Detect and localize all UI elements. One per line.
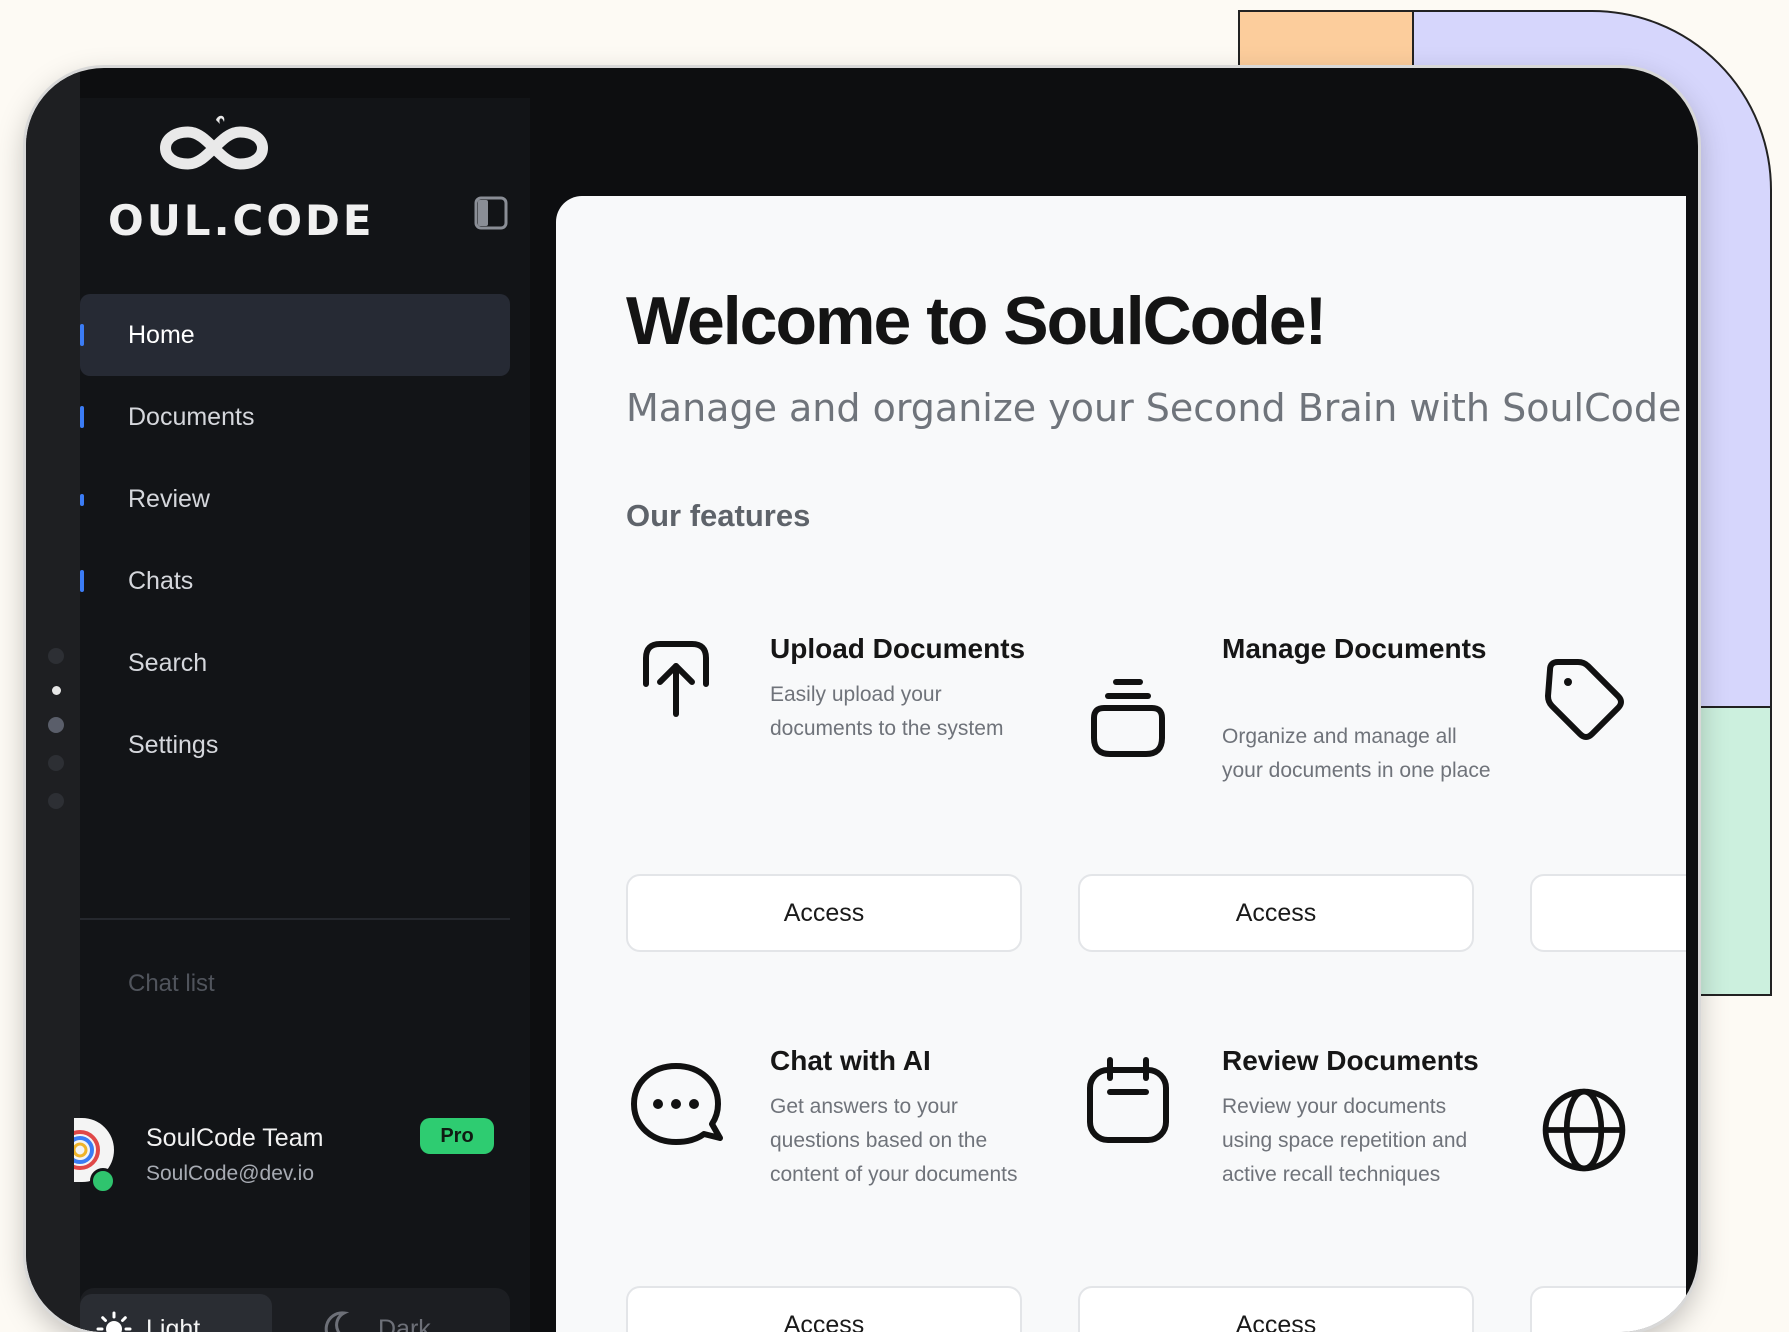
feature-description: Get answers to your questions based on t… <box>770 1095 1018 1186</box>
user-email: SoulCode@dev.io <box>146 1162 315 1185</box>
page-title: Welcome to SoulCode! <box>626 283 1327 359</box>
feature-title: Upload Documents <box>770 633 1026 664</box>
sidebar-item-documents[interactable]: Documents <box>80 376 510 458</box>
globe-icon <box>1542 1088 1626 1172</box>
main-content: Welcome to SoulCode! Manage and organize… <box>556 196 1686 1332</box>
sidebar-item-home[interactable]: Home <box>80 294 510 376</box>
sidebar-item-label: Chats <box>128 566 194 595</box>
theme-dark-label: Dark <box>378 1314 431 1332</box>
page-subtitle: Manage and organize your Second Brain wi… <box>626 386 1682 430</box>
chat-list-label: Chat list <box>128 970 215 997</box>
app-logo[interactable]: OUL.CODE <box>108 112 372 245</box>
feature-title: Review Documents <box>1222 1045 1479 1076</box>
manage-access-button[interactable]: Access <box>1078 874 1474 952</box>
user-profile-card[interactable]: SoulCode Team SoulCode@dev.io Pro <box>74 1098 510 1238</box>
item-indicator <box>80 494 84 506</box>
moon-icon <box>324 1311 350 1332</box>
sidebar-item-review[interactable]: Review <box>80 458 510 540</box>
sidebar-nav: Home Documents Review Chats Search Setti… <box>80 294 510 786</box>
active-indicator <box>80 324 84 346</box>
chat-bubble-icon <box>631 1063 723 1145</box>
upload-access-button[interactable]: Access <box>626 874 1022 952</box>
infinity-logo-icon <box>160 115 268 170</box>
sidebar-item-settings[interactable]: Settings <box>80 704 510 786</box>
theme-dark-button[interactable]: Dark <box>320 1294 431 1332</box>
sidebar-item-label: Home <box>128 320 195 349</box>
online-status-dot <box>90 1168 116 1194</box>
sun-icon <box>96 1311 132 1332</box>
indicator-dot-active <box>52 686 61 695</box>
sidebar-item-search[interactable]: Search <box>80 622 510 704</box>
tag-icon <box>1545 659 1624 740</box>
indicator-dot <box>48 755 64 771</box>
sidebar-item-label: Settings <box>128 730 219 759</box>
feature-title: Manage Documents <box>1222 633 1487 664</box>
indicator-dot <box>48 793 64 809</box>
item-indicator <box>80 570 84 592</box>
features-heading: Our features <box>626 498 811 533</box>
feature-description: Review your documents using space repeti… <box>1222 1095 1468 1186</box>
sidebar-item-label: Documents <box>128 402 255 431</box>
sidebar: OUL.CODE Home Documents Review Chats Sea… <box>74 98 530 1332</box>
theme-toggle: Light Dark <box>80 1288 510 1332</box>
theme-light-label: Light <box>146 1314 201 1332</box>
page-indicator <box>48 648 64 809</box>
sidebar-item-chats[interactable]: Chats <box>80 540 510 622</box>
review-access-button[interactable]: Access <box>1078 1286 1474 1332</box>
feature-description: Easily upload your documents to the syst… <box>770 683 1004 740</box>
sidebar-divider <box>80 918 510 920</box>
sidebar-item-label: Search <box>128 648 208 677</box>
calendar-icon <box>1087 1057 1169 1143</box>
logo-wordmark: OUL.CODE <box>108 196 375 245</box>
chat-access-button[interactable]: Access <box>626 1286 1022 1332</box>
partial-access-button[interactable] <box>1530 1286 1686 1332</box>
stack-icon <box>1091 679 1165 757</box>
feature-title: Chat with AI <box>770 1045 931 1076</box>
upload-icon <box>643 641 709 717</box>
feature-description: Organize and manage all your documents i… <box>1222 725 1491 782</box>
item-indicator <box>80 406 84 428</box>
indicator-dot <box>48 717 64 733</box>
user-name: SoulCode Team <box>146 1124 324 1152</box>
pro-badge: Pro <box>420 1118 494 1154</box>
tablet-frame: OUL.CODE Home Documents Review Chats Sea… <box>26 68 1698 1332</box>
sidebar-panel-icon[interactable] <box>474 196 508 230</box>
sidebar-item-label: Review <box>128 484 210 513</box>
partial-access-button[interactable] <box>1530 874 1686 952</box>
indicator-dot <box>48 648 64 664</box>
theme-light-button[interactable]: Light <box>80 1294 272 1332</box>
